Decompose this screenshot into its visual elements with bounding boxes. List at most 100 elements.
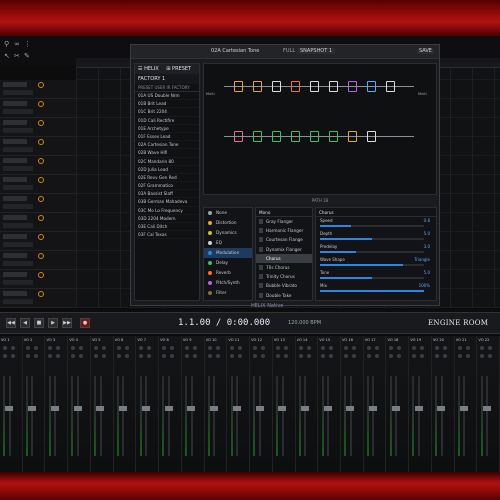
knob-icon[interactable] [147,354,152,358]
model-item[interactable]: Chorus [256,253,312,263]
category-item[interactable]: Delay [204,258,252,268]
preset-item[interactable]: 01E Archetype [135,125,199,133]
volume-knob-icon[interactable] [38,158,44,164]
track-row[interactable] [0,251,76,270]
preset-tab[interactable]: ⊞ PRESET [166,66,191,72]
knob-icon[interactable] [253,354,258,358]
track-input-field[interactable] [3,223,33,228]
knob-icon[interactable] [71,354,76,358]
track-row[interactable] [0,194,76,213]
fader-handle[interactable] [278,406,287,411]
knob-icon[interactable] [11,354,15,358]
fader-handle[interactable] [391,406,400,411]
track-name-field[interactable] [3,158,27,163]
fader-handle[interactable] [437,406,446,411]
fader-track[interactable] [54,376,57,456]
effect-block[interactable] [234,81,243,92]
parameter-slider[interactable] [320,225,424,227]
model-item[interactable]: Dynamix Flanger [256,245,312,254]
parameter-value[interactable]: 3.0 [424,244,430,249]
track-input-field[interactable] [3,90,33,95]
lock-icon[interactable]: ⚲ [4,40,9,48]
preset-item[interactable]: 02A Cartesian Tone [135,141,199,150]
parameter-value[interactable]: Triangle [414,257,430,262]
preset-item[interactable]: 01D Cali Rectifire [135,117,199,125]
volume-knob-icon[interactable] [38,139,44,145]
knob-icon[interactable] [215,346,220,350]
fader-handle[interactable] [414,406,423,411]
knob-icon[interactable] [207,354,212,358]
category-item[interactable]: EQ [204,238,252,248]
effect-block[interactable] [329,131,338,142]
track-input-field[interactable] [3,261,33,266]
fader-handle[interactable] [482,406,491,411]
preset-name[interactable]: 02A Cartesian Tone [211,48,259,54]
knob-icon[interactable] [434,354,439,358]
track-input-field[interactable] [3,109,33,114]
mode-label[interactable]: FULL [283,48,295,54]
fader-handle[interactable] [50,406,59,411]
category-item[interactable]: None [204,208,252,218]
knob-icon[interactable] [230,354,235,358]
knob-icon[interactable] [275,354,280,358]
knob-icon[interactable] [457,346,462,350]
track-row[interactable] [0,175,76,194]
channel-name[interactable]: VO 19 [410,338,430,344]
knob-icon[interactable] [465,346,470,350]
fader-track[interactable] [417,376,420,456]
knob-icon[interactable] [93,346,98,350]
knob-icon[interactable] [283,354,288,358]
preset-item[interactable]: 01F Essex Lead [135,133,199,142]
knob-icon[interactable] [261,346,266,350]
knob-icon[interactable] [238,354,243,358]
volume-knob-icon[interactable] [38,272,44,278]
knob-icon[interactable] [480,346,485,350]
knob-icon[interactable] [33,346,38,350]
effect-block[interactable] [234,131,243,142]
track-input-field[interactable] [3,166,33,171]
preset-item[interactable]: 03A Bassist Slaff [135,190,199,199]
category-item[interactable]: Distortion [204,218,252,228]
channel-name[interactable]: VO 16 [342,338,362,344]
channel-name[interactable]: VO 6 [115,338,135,344]
parameter-value[interactable]: 5.0 [424,270,430,275]
fader-handle[interactable] [346,406,355,411]
fader-track[interactable] [99,376,102,456]
knob-icon[interactable] [298,346,303,350]
preset-item[interactable]: 03E Cali Ditch [135,223,199,232]
knob-icon[interactable] [170,346,175,350]
volume-knob-icon[interactable] [38,291,44,297]
effect-block[interactable] [310,81,319,92]
track-name-field[interactable] [3,82,27,87]
preset-item[interactable]: 03D 2204 Modern [135,215,199,223]
knob-icon[interactable] [434,346,439,350]
knob-icon[interactable] [48,354,53,358]
fader-track[interactable] [190,376,193,456]
knob-icon[interactable] [366,354,371,358]
knob-icon[interactable] [306,346,311,350]
preset-item[interactable]: 02D Julia Lead [135,166,199,174]
fader-track[interactable] [372,376,375,456]
track-row[interactable] [0,232,76,251]
knob-icon[interactable] [321,354,326,358]
track-row[interactable] [0,99,76,118]
fader-handle[interactable] [141,406,150,411]
effect-block[interactable] [329,81,338,92]
knob-icon[interactable] [101,354,106,358]
parameter-row[interactable]: Tone 5.0 [316,269,436,282]
volume-knob-icon[interactable] [38,120,44,126]
model-item[interactable]: Gray Flanger [256,217,312,226]
fader-handle[interactable] [5,406,14,411]
track-row[interactable] [0,213,76,232]
parameter-row[interactable]: Mix 100% [316,282,436,295]
track-row[interactable] [0,118,76,137]
parameter-slider[interactable] [320,277,424,279]
fader-track[interactable] [281,376,284,456]
knob-icon[interactable] [261,354,266,358]
knob-icon[interactable] [329,354,334,358]
fader-handle[interactable] [96,406,105,411]
effect-block[interactable] [348,131,357,142]
effect-block[interactable] [253,81,262,92]
fader-handle[interactable] [187,406,196,411]
knob-icon[interactable] [11,346,15,350]
